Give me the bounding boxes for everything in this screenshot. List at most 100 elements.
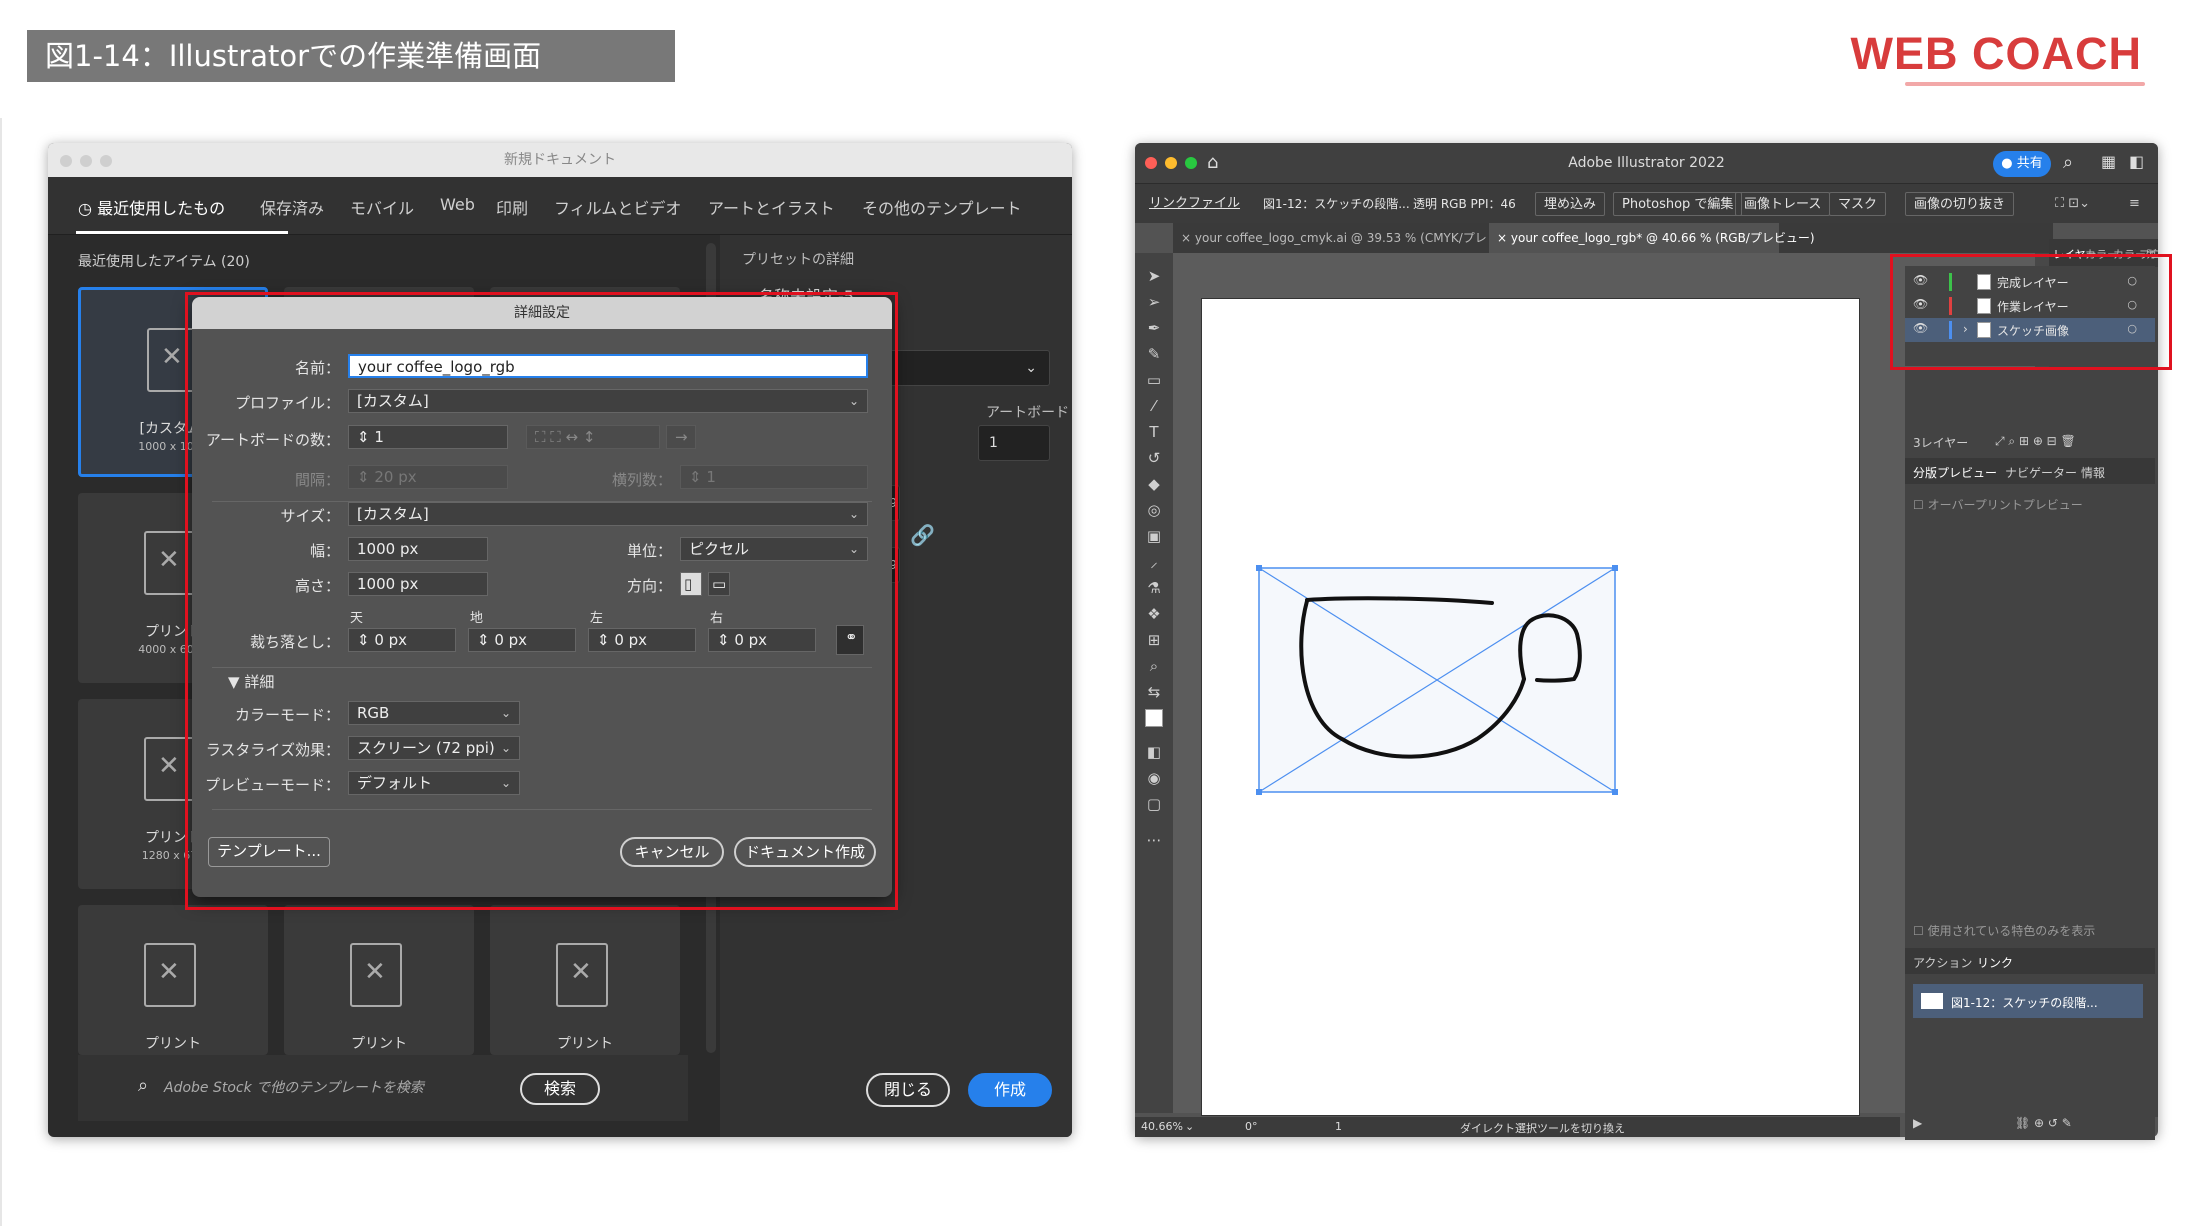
close-button[interactable]: 閉じる (866, 1073, 950, 1107)
fill-color-swatch[interactable] (1145, 709, 1163, 727)
direct-selection-tool-icon[interactable]: ➢ (1145, 293, 1163, 311)
edit-photoshop-button[interactable]: Photoshop で編集 (1613, 192, 1743, 216)
color-mode-icons[interactable]: ◧ (1145, 743, 1163, 761)
gradient-tool-icon[interactable]: ▣ (1145, 527, 1163, 545)
rectangle-tool-icon[interactable]: ▭ (1145, 371, 1163, 389)
status-bar: 40.66% ⌄ 0° 1 ダイレクト選択ツールを切り換え (1135, 1117, 1900, 1137)
panel-toggle-icon[interactable]: ◧ (2129, 152, 2144, 171)
doc-tab-rgb[interactable]: × your coffee_logo_rgb* @ 40.66 % (RGB/プ… (1489, 223, 1815, 253)
image-trace-button[interactable]: 画像トレース (1735, 192, 1831, 216)
chevron-down-icon[interactable]: ⌄ (1185, 1120, 1194, 1133)
used-spot-checkbox[interactable]: ☐ 使用されている特色のみを表示 (1913, 922, 2095, 939)
align-icon[interactable]: ⛶ ⊡⌄ (2055, 192, 2090, 216)
create-button[interactable]: 作成 (968, 1073, 1052, 1107)
sub-panel-tabs: 分版プレビュー ナビゲーター 情報 (1905, 458, 2155, 484)
embed-button[interactable]: 埋め込み (1535, 192, 1606, 216)
screen-mode-icon[interactable]: ▢ (1145, 795, 1163, 813)
active-tab-indicator (76, 231, 288, 234)
tab-recent[interactable]: ◷ 最近使用したもの (78, 195, 225, 219)
share-button[interactable]: ● 共有 (1993, 151, 2051, 177)
linked-file-name[interactable]: 図1-12：スケッチの段階... (1263, 192, 1410, 216)
highlight-box (1890, 254, 2172, 370)
crop-image-button[interactable]: 画像の切り抜き (1905, 192, 2015, 216)
tab-film-video[interactable]: フィルムとビデオ (554, 195, 681, 219)
tab-separation-preview[interactable]: 分版プレビュー (1913, 464, 1997, 481)
selection-tool-icon[interactable]: ➤ (1145, 267, 1163, 285)
minimize-window-button[interactable] (1165, 157, 1177, 169)
blend-tool-icon[interactable]: ⚗ (1145, 579, 1163, 597)
rotate-tool-icon[interactable]: ↺ (1145, 449, 1163, 467)
tab-info[interactable]: 情報 (2081, 464, 2105, 481)
status-text: ダイレクト選択ツールを切り換え (1460, 1122, 1625, 1135)
linked-file-link[interactable]: リンクファイル (1149, 192, 1240, 216)
pen-tool-icon[interactable]: ✒ (1145, 319, 1163, 337)
tab-mobile[interactable]: モバイル (350, 195, 414, 219)
artboard-label: アートボード (986, 405, 1070, 421)
user-icon: ● (2001, 156, 2013, 171)
tab-web[interactable]: Web (440, 195, 475, 214)
tab-art-illustration[interactable]: アートとイラスト (708, 195, 835, 219)
artboard-count-field[interactable]: 1 (978, 425, 1050, 461)
eraser-tool-icon[interactable]: ◆ (1145, 475, 1163, 493)
figure-title: 図1-14：Illustratorでの作業準備画面 (27, 30, 675, 82)
type-tool-icon[interactable]: T (1145, 423, 1163, 441)
search-icon: ⌕ (138, 1075, 149, 1096)
tools-panel: ➤ ➢ ✒ ✎ ▭ ⁄ T ↺ ◆ ◎ ▣ ⸝ ⚗ ❖ ⊞ ⌕ ⇆ ◧ ◉ ▢ … (1135, 253, 1173, 1113)
layer-panel-icons[interactable]: ⤢ ⌕ ⊞ ⊕ ⊟ 🗑 (1995, 434, 2076, 449)
page-divider (0, 118, 2, 1226)
artboard[interactable] (1201, 298, 1860, 1116)
link-icon[interactable]: 🔗 (910, 523, 935, 547)
more-tools-icon[interactable]: ⋯ (1145, 831, 1163, 849)
image-info: 透明 RGB PPI：46 (1413, 197, 1516, 211)
stock-search-input[interactable]: Adobe Stock で他のテンプレートを検索 (164, 1077, 424, 1097)
overprint-preview-checkbox[interactable]: ☐ オーバープリントプレビュー (1913, 496, 2083, 513)
curvature-tool-icon[interactable]: ✎ (1145, 345, 1163, 363)
menu-icon[interactable]: ≡ (2129, 192, 2140, 216)
eyedropper-tool-icon[interactable]: ⸝ (1145, 553, 1163, 571)
close-window-button[interactable] (1145, 157, 1157, 169)
sketch-image[interactable] (1202, 299, 1861, 1117)
document-icon (556, 943, 608, 1007)
window-title: 新規ドキュメント (48, 143, 1072, 177)
search-icon[interactable]: ⌕ (2063, 152, 2073, 173)
tab-links[interactable]: リンク (1977, 954, 2013, 971)
workspace-icon[interactable]: ▦ (2101, 152, 2116, 171)
swap-colors-icon[interactable]: ⇆ (1145, 683, 1163, 701)
zoom-tool-icon[interactable]: ⌕ (1145, 657, 1163, 675)
tab-navigator[interactable]: ナビゲーター (2005, 464, 2077, 481)
artboard-tool-icon[interactable]: ⊞ (1145, 631, 1163, 649)
mask-button[interactable]: マスク (1829, 192, 1887, 216)
zoom-window-button[interactable] (100, 155, 112, 167)
preset-card[interactable]: プリント (78, 905, 268, 1055)
right-panel-stack: 3レイヤー ⤢ ⌕ ⊞ ⊕ ⊟ 🗑 分版プレビュー ナビゲーター 情報 ☐ オー… (1905, 370, 2155, 1140)
bottom-panel-tabs: アクション リンク (1905, 948, 2155, 974)
symbol-tool-icon[interactable]: ❖ (1145, 605, 1163, 623)
recent-items-label: 最近使用したアイテム (20) (78, 254, 250, 270)
play-icon[interactable]: ▶ (1913, 1116, 1922, 1130)
control-bar: リンクファイル 図1-12：スケッチの段階... 透明 RGB PPI：46 埋… (1135, 183, 2158, 223)
minimize-window-button[interactable] (80, 155, 92, 167)
artboard-page[interactable]: 1 (1335, 1120, 1342, 1133)
resize-handle (1612, 565, 1618, 571)
doc-tab-cmyk[interactable]: × your coffee_logo_cmyk.ai @ 39.53 % (CM… (1173, 223, 1527, 253)
paintbrush-tool-icon[interactable]: ⁄ (1145, 397, 1163, 415)
link-panel-icons[interactable]: ⛓ ⊕ ↺ ✎ (2015, 1116, 2072, 1130)
resize-handle (1256, 789, 1262, 795)
zoom-window-button[interactable] (1185, 157, 1197, 169)
link-item[interactable]: 図1-12：スケッチの段階... (1913, 984, 2143, 1018)
rotation-angle[interactable]: 0° (1245, 1120, 1258, 1133)
home-icon[interactable]: ⌂ (1207, 152, 1218, 173)
tab-print[interactable]: 印刷 (496, 195, 528, 219)
draw-mode-icon[interactable]: ◉ (1145, 769, 1163, 787)
tab-actions[interactable]: アクション (1913, 954, 1972, 971)
preset-card[interactable]: プリント (284, 905, 474, 1055)
warp-tool-icon[interactable]: ◎ (1145, 501, 1163, 519)
preset-card[interactable]: プリント (490, 905, 680, 1055)
tab-saved[interactable]: 保存済み (260, 195, 324, 219)
template-tabs: ◷ 最近使用したもの 保存済み モバイル Web 印刷 フィルムとビデオ アート… (48, 177, 1072, 235)
close-window-button[interactable] (60, 155, 72, 167)
resize-handle (1612, 789, 1618, 795)
search-button[interactable]: 検索 (520, 1073, 600, 1105)
tab-other-templates[interactable]: その他のテンプレート (862, 195, 1022, 219)
zoom-level[interactable]: 40.66% (1141, 1120, 1183, 1133)
